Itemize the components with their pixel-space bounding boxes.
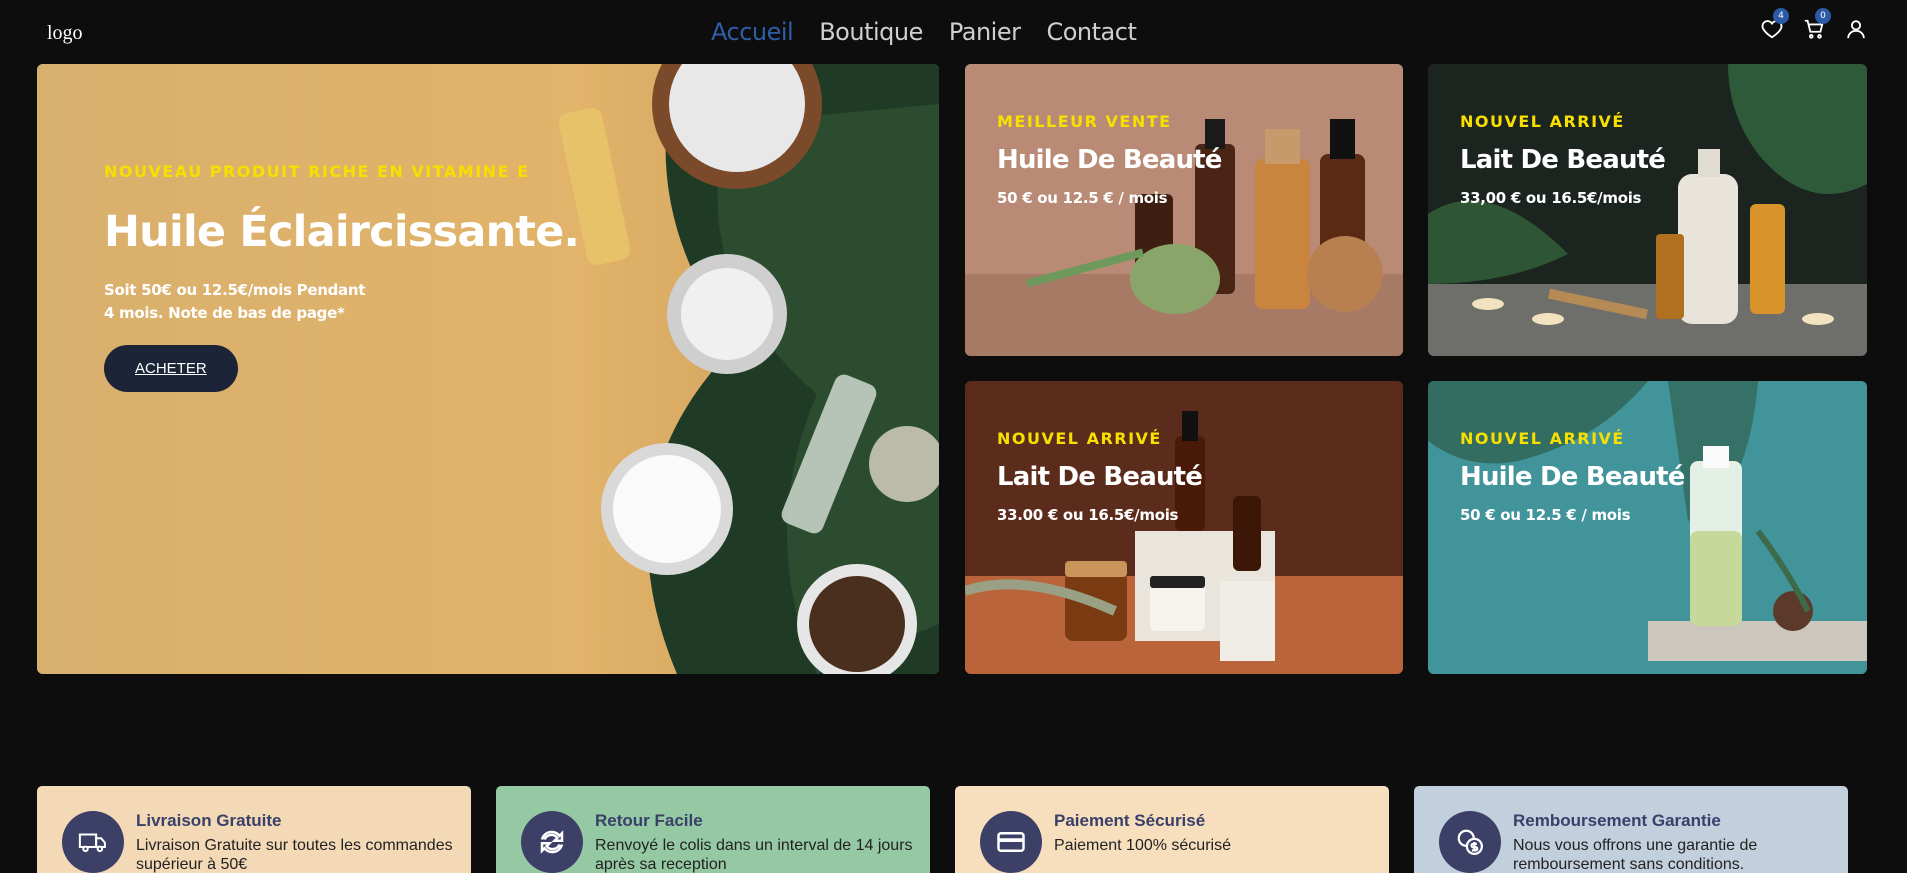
cart-count-badge: 0 [1815, 8, 1831, 24]
feature-title: Livraison Gratuite [136, 811, 282, 830]
money-back-icon [1439, 811, 1501, 873]
product-card[interactable]: NOUVEL ARRIVÉ Lait De Beauté 33.00 € ou … [965, 381, 1403, 674]
feature-description: Paiement 100% sécurisé [1054, 837, 1231, 854]
product-title: Huile De Beauté [997, 145, 1222, 175]
site-header: logo Accueil Boutique Panier Contact 4 0 [0, 0, 1907, 64]
nav-boutique[interactable]: Boutique [819, 18, 923, 46]
product-image [965, 64, 1403, 356]
hero-subtitle-line1: Soit 50€ ou 12.5€/mois Pendant [104, 281, 366, 299]
hero-title: Huile Éclaircissante. [104, 207, 580, 257]
feature-title: Paiement Sécurisé [1054, 811, 1206, 830]
hero-banner[interactable]: NOUVEAU PRODUIT RICHE EN VITAMINE E Huil… [37, 64, 939, 674]
product-price: 33,00 € ou 16.5€/mois [1460, 189, 1642, 207]
credit-card-icon [980, 811, 1042, 873]
product-card-content: NOUVEL ARRIVÉ Lait De Beauté 33.00 € ou … [997, 429, 1203, 524]
product-badge: MEILLEUR VENTE [997, 112, 1172, 131]
account-button[interactable] [1845, 18, 1867, 40]
product-card[interactable]: NOUVEL ARRIVÉ Lait De Beauté 33,00 € ou … [1428, 64, 1867, 356]
product-card[interactable]: MEILLEUR VENTE Huile De Beauté 50 € ou 1… [965, 64, 1403, 356]
product-image [1428, 64, 1867, 356]
product-card-content: MEILLEUR VENTE Huile De Beauté 50 € ou 1… [997, 112, 1222, 207]
product-card-content: NOUVEL ARRIVÉ Huile De Beauté 50 € ou 12… [1460, 429, 1685, 524]
feature-free-shipping: Livraison Gratuite Livraison Gratuite su… [37, 786, 471, 873]
cart-button[interactable]: 0 [1803, 8, 1831, 40]
product-image [965, 381, 1403, 674]
buy-button[interactable]: ACHETER [104, 345, 238, 392]
feature-secure-payment: Paiement Sécurisé Paiement 100% sécurisé [955, 786, 1389, 873]
nav-contact[interactable]: Contact [1046, 18, 1136, 46]
product-badge: NOUVEL ARRIVÉ [1460, 112, 1625, 131]
hero-eyebrow: NOUVEAU PRODUIT RICHE EN VITAMINE E [104, 162, 530, 181]
feature-description: Renvoyé le colis dans un interval de 14 … [595, 837, 913, 873]
feature-easy-return: Retour Facile Renvoyé le colis dans un i… [496, 786, 930, 873]
product-price: 50 € ou 12.5 € / mois [997, 189, 1168, 207]
hero-subtitle-line2: 4 mois. Note de bas de page* [104, 304, 345, 322]
product-price: 50 € ou 12.5 € / mois [1460, 506, 1631, 524]
truck-icon [62, 811, 124, 873]
product-badge: NOUVEL ARRIVÉ [997, 429, 1162, 448]
nav-panier[interactable]: Panier [949, 18, 1021, 46]
wishlist-button[interactable]: 4 [1761, 8, 1789, 40]
feature-title: Remboursement Garantie [1513, 811, 1721, 830]
hero-subtitle: Soit 50€ ou 12.5€/mois Pendant 4 mois. N… [104, 279, 384, 325]
product-card-content: NOUVEL ARRIVÉ Lait De Beauté 33,00 € ou … [1460, 112, 1666, 207]
product-title: Huile De Beauté [1460, 462, 1685, 492]
hero-content: NOUVEAU PRODUIT RICHE EN VITAMINE E Huil… [104, 162, 580, 392]
refresh-icon [521, 811, 583, 873]
product-image [1428, 381, 1867, 674]
nav-accueil[interactable]: Accueil [711, 18, 794, 46]
product-title: Lait De Beauté [997, 462, 1203, 492]
product-badge: NOUVEL ARRIVÉ [1460, 429, 1625, 448]
main-nav: Accueil Boutique Panier Contact [711, 18, 1137, 46]
feature-description: Nous vous offrons une garantie de rembou… [1513, 837, 1758, 873]
wishlist-count-badge: 4 [1773, 8, 1789, 24]
product-card[interactable]: NOUVEL ARRIVÉ Huile De Beauté 50 € ou 12… [1428, 381, 1867, 674]
product-title: Lait De Beauté [1460, 145, 1666, 175]
feature-money-back: Remboursement Garantie Nous vous offrons… [1414, 786, 1848, 873]
product-price: 33.00 € ou 16.5€/mois [997, 506, 1179, 524]
header-icons: 4 0 [1761, 8, 1867, 40]
logo[interactable]: logo [47, 22, 83, 45]
feature-description: Livraison Gratuite sur toutes les comman… [136, 837, 453, 873]
user-icon [1847, 20, 1865, 39]
feature-title: Retour Facile [595, 811, 703, 830]
